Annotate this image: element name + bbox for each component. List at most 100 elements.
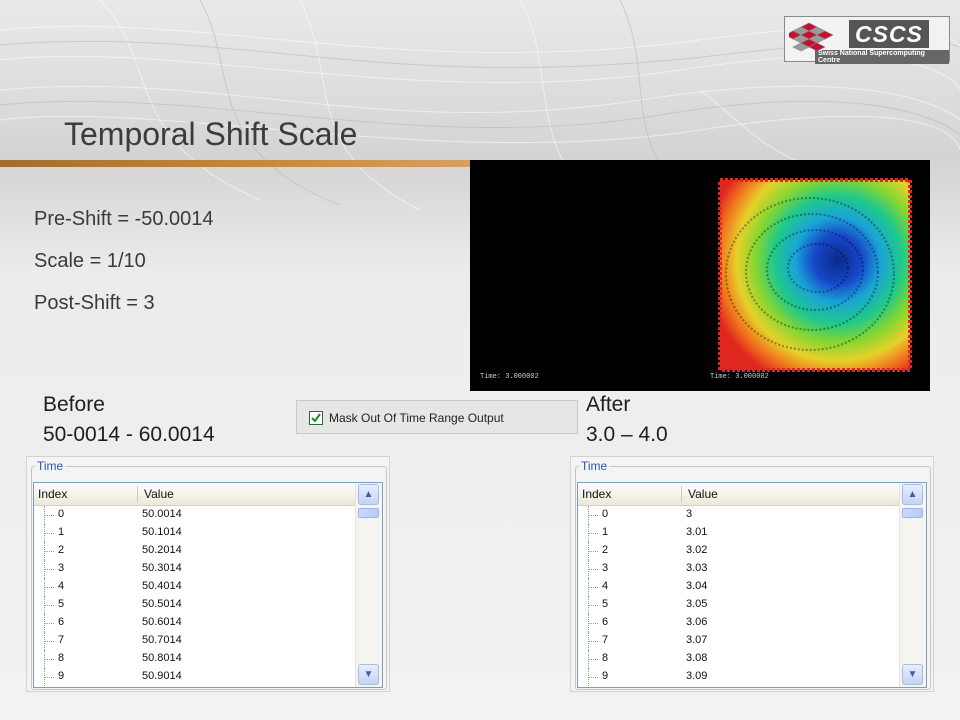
logo-name: CSCS <box>849 20 929 48</box>
table-row[interactable]: 8 3.08 <box>578 650 900 668</box>
scroll-down-icon[interactable]: ▼ <box>902 664 923 685</box>
column-header-index[interactable]: Index <box>582 487 611 501</box>
row-value: 3.07 <box>686 634 708 646</box>
after-label: After <box>586 393 631 416</box>
pre-shift-param: Pre-Shift = -50.0014 <box>34 208 214 230</box>
row-index: 0 <box>602 508 609 520</box>
table-row[interactable]: 9 50.9014 <box>34 668 356 686</box>
row-value: 50.3014 <box>142 562 182 574</box>
tree-connector <box>588 560 599 578</box>
tree-connector <box>44 668 55 686</box>
before-time-panel: Time Index Value 0 50.0014 1 50.1014 2 50.2… <box>26 456 390 692</box>
table-header: Index Value <box>34 483 356 506</box>
row-index: 6 <box>58 616 65 628</box>
row-value: 50.1014 <box>142 526 182 538</box>
column-separator[interactable] <box>137 486 138 502</box>
table-row[interactable]: 5 3.05 <box>578 596 900 614</box>
row-index: 3 <box>58 562 65 574</box>
column-header-value[interactable]: Value <box>144 487 174 501</box>
row-value: 50.5014 <box>142 598 182 610</box>
row-value: 3 <box>686 508 693 520</box>
table-row[interactable]: 6 50.6014 <box>34 614 356 632</box>
time-group-title: Time <box>35 459 66 473</box>
row-index: 4 <box>58 580 65 592</box>
row-value: 3.08 <box>686 652 708 664</box>
table-row[interactable]: 4 50.4014 <box>34 578 356 596</box>
row-value: 3.09 <box>686 670 708 682</box>
post-shift-param: Post-Shift = 3 <box>34 292 155 314</box>
mask-checkbox[interactable] <box>309 411 323 425</box>
row-value: 50.9014 <box>142 670 182 682</box>
left-time-label: Time: 3.000002 <box>480 373 539 381</box>
tree-connector <box>588 596 599 614</box>
row-value: 3.05 <box>686 598 708 610</box>
row-index: 8 <box>602 652 609 664</box>
row-value: 3.06 <box>686 616 708 628</box>
tree-connector <box>588 524 599 542</box>
row-value: 50.7014 <box>142 634 182 646</box>
table-row[interactable]: 5 50.5014 <box>34 596 356 614</box>
tree-connector <box>44 632 55 650</box>
column-header-index[interactable]: Index <box>38 487 67 501</box>
row-index: 5 <box>58 598 65 610</box>
row-index: 4 <box>602 580 609 592</box>
mask-option-panel: Mask Out Of Time Range Output <box>296 400 578 434</box>
row-value: 3.03 <box>686 562 708 574</box>
table-row[interactable]: 6 3.06 <box>578 614 900 632</box>
table-row[interactable]: 2 3.02 <box>578 542 900 560</box>
scroll-thumb[interactable] <box>902 508 923 518</box>
table-row[interactable]: 3 3.03 <box>578 560 900 578</box>
row-index: 7 <box>58 634 65 646</box>
tree-connector <box>44 650 55 668</box>
scroll-up-icon[interactable]: ▲ <box>902 484 923 505</box>
row-value: 50.6014 <box>142 616 182 628</box>
row-index: 0 <box>58 508 65 520</box>
table-row[interactable]: 03 <box>578 506 900 524</box>
table-row[interactable]: 1 50.1014 <box>34 524 356 542</box>
table-row[interactable]: 3 50.3014 <box>34 560 356 578</box>
table-row[interactable]: 7 3.07 <box>578 632 900 650</box>
before-label: Before <box>43 393 105 416</box>
row-index: 9 <box>602 670 609 682</box>
row-index: 1 <box>602 526 609 538</box>
table-rows: 03 1 3.01 2 3.02 3 3.03 4 3.04 5 3.05 6 3.06 7… <box>578 506 900 686</box>
row-index: 2 <box>602 544 609 556</box>
table-rows: 0 50.0014 1 50.1014 2 50.2014 3 50.3014 4 50.… <box>34 506 356 686</box>
scroll-up-icon[interactable]: ▲ <box>358 484 379 505</box>
parameter-list: Pre-Shift = -50.0014 Scale = 1/10 Post-S… <box>34 204 214 330</box>
table-row[interactable]: 4 3.04 <box>578 578 900 596</box>
table-row[interactable]: 1 3.01 <box>578 524 900 542</box>
row-index: 3 <box>602 562 609 574</box>
before-time-table: Index Value 0 50.0014 1 50.1014 2 50.2014 3… <box>33 482 383 688</box>
table-row[interactable]: 7 50.7014 <box>34 632 356 650</box>
row-value: 3.01 <box>686 526 708 538</box>
table-row[interactable]: 2 50.2014 <box>34 542 356 560</box>
row-index: 2 <box>58 544 65 556</box>
after-range: 3.0 – 4.0 <box>586 423 668 446</box>
column-header-value[interactable]: Value <box>688 487 718 501</box>
table-row[interactable]: 9 3.09 <box>578 668 900 686</box>
particle-field <box>718 178 912 372</box>
row-index: 9 <box>58 670 65 682</box>
scroll-down-icon[interactable]: ▼ <box>358 664 379 685</box>
scroll-thumb[interactable] <box>358 508 379 518</box>
tree-connector <box>588 632 599 650</box>
before-range: 50-0014 - 60.0014 <box>43 423 215 446</box>
table-row[interactable]: 8 50.8014 <box>34 650 356 668</box>
column-separator[interactable] <box>681 486 682 502</box>
vertical-scrollbar[interactable]: ▲ ▼ <box>899 483 926 687</box>
row-value: 3.04 <box>686 580 708 592</box>
after-time-table: Index Value 03 1 3.01 2 3.02 3 3.03 4 3.04 5… <box>577 482 927 688</box>
table-header: Index Value <box>578 483 900 506</box>
cscs-logo: CSCS Swiss National Supercomputing Centr… <box>784 16 950 64</box>
row-index: 1 <box>58 526 65 538</box>
checkmark-icon <box>311 413 321 423</box>
tree-connector <box>44 542 55 560</box>
title-underline <box>0 160 470 167</box>
table-row[interactable]: 0 50.0014 <box>34 506 356 524</box>
tree-connector <box>44 596 55 614</box>
row-value: 50.4014 <box>142 580 182 592</box>
row-index: 6 <box>602 616 609 628</box>
vertical-scrollbar[interactable]: ▲ ▼ <box>355 483 382 687</box>
tree-connector <box>44 524 55 542</box>
